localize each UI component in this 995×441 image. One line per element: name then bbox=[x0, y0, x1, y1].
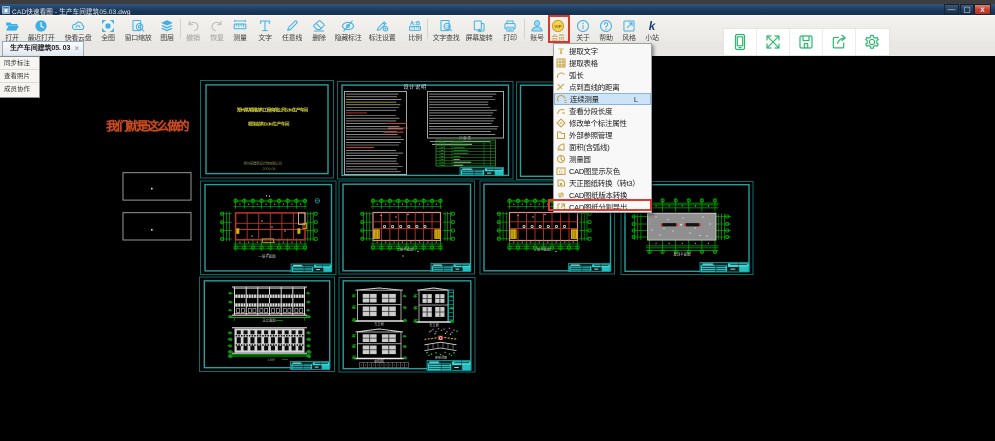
svg-text:T: T bbox=[558, 47, 564, 56]
svg-text:设计说明: 设计说明 bbox=[403, 83, 427, 91]
svg-text:一层平面图: 一层平面图 bbox=[259, 254, 277, 259]
svg-text:k: k bbox=[649, 20, 656, 33]
svg-text:左立面: 左立面 bbox=[374, 321, 384, 326]
svg-text:G: G bbox=[559, 170, 563, 176]
svg-text:郑州某某钢结构工程有限公司5.3M生产车间: 郑州某某钢结构工程有限公司5.3M生产车间 bbox=[237, 107, 309, 114]
svg-text:框架结构3.0M生产车间: 框架结构3.0M生产车间 bbox=[248, 121, 290, 128]
svg-text:1:100: 1:100 bbox=[267, 358, 275, 362]
svg-text:二层平面图: 二层平面图 bbox=[397, 247, 415, 252]
svg-text:屋架详图: 屋架详图 bbox=[435, 355, 447, 360]
svg-text:正立面图: 正立面图 bbox=[262, 318, 276, 323]
svg-text:屋顶平面图: 屋顶平面图 bbox=[674, 252, 692, 257]
svg-text:右立面: 右立面 bbox=[429, 322, 439, 327]
svg-text:三层平面图: 三层平面图 bbox=[534, 247, 552, 252]
svg-text:郑州某建筑设计院有限公司: 郑州某建筑设计院有限公司 bbox=[243, 161, 282, 166]
svg-text:门 窗 表: 门 窗 表 bbox=[459, 135, 472, 140]
svg-text:2009.06: 2009.06 bbox=[263, 167, 276, 171]
